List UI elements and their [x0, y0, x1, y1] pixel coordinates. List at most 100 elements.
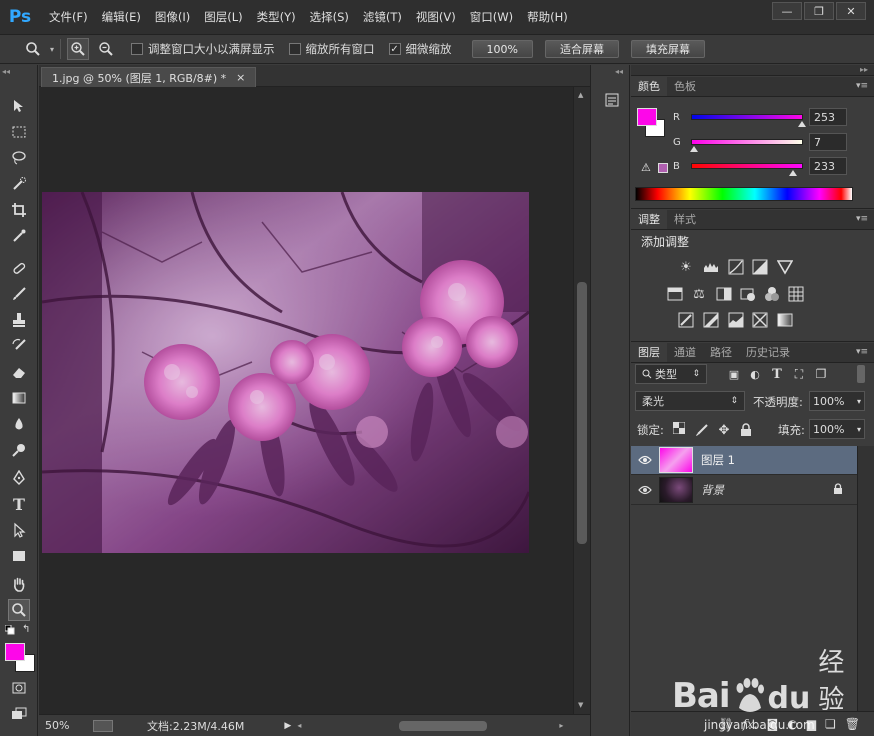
menu-window[interactable]: 窗口(W) — [463, 9, 520, 25]
pen-tool-icon[interactable] — [8, 467, 30, 489]
blue-thumb[interactable] — [789, 170, 798, 176]
filter-adjustment-icon[interactable]: ◐ — [746, 365, 764, 383]
tab-channels[interactable]: 通道 — [667, 342, 703, 362]
red-track[interactable] — [691, 114, 803, 120]
collapse-panels-icon[interactable]: ▸▸ — [860, 65, 868, 74]
crop-tool-icon[interactable] — [8, 199, 30, 221]
fill-field[interactable]: 100% ▾ — [809, 419, 865, 439]
foreground-color-swatch[interactable] — [5, 643, 25, 661]
tab-history[interactable]: 历史记录 — [739, 342, 797, 362]
layer-row-layer1[interactable]: 图层 1 — [631, 446, 857, 475]
zoom-100-button[interactable]: 100% — [471, 40, 533, 58]
photo-filter-icon[interactable] — [739, 285, 757, 303]
menu-layer[interactable]: 图层(L) — [197, 9, 249, 25]
menu-edit[interactable]: 编辑(E) — [95, 9, 148, 25]
gamut-color-swatch[interactable] — [658, 163, 668, 173]
lock-image-pixels-icon[interactable] — [693, 421, 711, 439]
horizontal-scrollbar[interactable] — [305, 719, 555, 733]
zoom-all-option[interactable]: 缩放所有窗口 — [288, 41, 375, 57]
layer-name[interactable]: 图层 1 — [701, 452, 735, 468]
rectangle-tool-icon[interactable] — [8, 545, 30, 567]
gradient-tool-icon[interactable] — [8, 387, 30, 409]
lock-transparent-pixels-icon[interactable] — [672, 421, 686, 435]
zoom-tool-icon[interactable] — [8, 599, 30, 621]
blue-value-field[interactable]: 233 — [809, 157, 847, 175]
layer-name[interactable]: 背景 — [701, 482, 724, 498]
filter-toggle-switch[interactable] — [857, 365, 865, 383]
lock-position-icon[interactable]: ✥ — [715, 421, 733, 439]
menu-filter[interactable]: 滤镜(T) — [356, 9, 409, 25]
fill-arrow-icon[interactable]: ▾ — [857, 425, 861, 434]
opacity-arrow-icon[interactable]: ▾ — [857, 397, 861, 406]
blue-slider[interactable]: B 233 — [673, 157, 873, 179]
zoom-all-checkbox[interactable] — [288, 43, 301, 55]
close-button[interactable]: ✕ — [836, 2, 866, 20]
history-brush-tool-icon[interactable] — [8, 335, 30, 357]
scrubby-zoom-checkbox[interactable]: ✓ — [388, 43, 401, 55]
swap-colors-icon[interactable]: ↰ — [22, 624, 30, 635]
color-fg-swatch[interactable] — [637, 108, 657, 126]
green-thumb[interactable] — [690, 146, 699, 152]
filter-pixel-icon[interactable]: ▣ — [725, 365, 743, 383]
menu-select[interactable]: 选择(S) — [303, 9, 356, 25]
horizontal-scroll-thumb[interactable] — [399, 720, 488, 731]
fit-screen-button[interactable]: 适合屏幕 — [544, 40, 619, 58]
tab-layers[interactable]: 图层 — [631, 342, 667, 362]
quick-selection-tool-icon[interactable] — [8, 173, 30, 195]
color-panel-menu-icon[interactable]: ▾≡ — [856, 81, 868, 91]
properties-panel-icon[interactable] — [601, 89, 623, 111]
visibility-eye-icon[interactable] — [631, 485, 659, 495]
filter-smart-object-icon[interactable]: ❐ — [812, 365, 830, 383]
green-value-field[interactable]: 7 — [809, 133, 847, 151]
layers-panel-menu-icon[interactable]: ▾≡ — [856, 347, 868, 357]
threshold-icon[interactable] — [727, 311, 745, 329]
collapse-toolbar-icon[interactable]: ◂◂ — [2, 67, 10, 76]
close-tab-icon[interactable]: × — [236, 71, 245, 84]
tab-styles[interactable]: 样式 — [667, 209, 703, 229]
zoom-level[interactable]: 50% — [45, 719, 85, 732]
screen-mode-icon[interactable] — [8, 703, 30, 725]
red-value-field[interactable]: 253 — [809, 108, 847, 126]
menu-help[interactable]: 帮助(H) — [520, 9, 575, 25]
status-preview-icon[interactable] — [93, 719, 113, 732]
hue-saturation-icon[interactable] — [666, 285, 684, 303]
eraser-tool-icon[interactable] — [8, 361, 30, 383]
scroll-left-icon[interactable]: ◂ — [297, 721, 301, 730]
tab-paths[interactable]: 路径 — [703, 342, 739, 362]
red-thumb[interactable] — [798, 121, 807, 127]
marquee-tool-icon[interactable] — [8, 121, 30, 143]
quick-mask-icon[interactable] — [8, 677, 30, 699]
filter-shape-icon[interactable]: ⛶ — [790, 365, 808, 383]
preset-dropdown-icon[interactable]: ▾ — [50, 45, 54, 54]
color-lookup-icon[interactable] — [787, 285, 805, 303]
scrubby-zoom-option[interactable]: ✓ 细微缩放 — [388, 41, 452, 57]
status-menu-arrow-icon[interactable]: ▶ — [284, 721, 291, 731]
color-spectrum-ramp[interactable] — [635, 187, 853, 201]
out-of-gamut-warning-icon[interactable]: ⚠ — [641, 161, 651, 174]
tab-color[interactable]: 颜色 — [631, 76, 667, 96]
black-white-icon[interactable] — [715, 285, 733, 303]
menu-type[interactable]: 类型(Y) — [250, 9, 303, 25]
invert-icon[interactable] — [677, 311, 695, 329]
filter-type-icon[interactable]: T — [768, 365, 786, 383]
minimize-button[interactable]: — — [772, 2, 802, 20]
color-balance-icon[interactable]: ⚖ — [690, 285, 708, 303]
resize-windows-option[interactable]: 调整窗口大小以满屏显示 — [131, 41, 275, 57]
channel-mixer-icon[interactable] — [763, 285, 781, 303]
vertical-scroll-thumb[interactable] — [577, 282, 587, 544]
menu-file[interactable]: 文件(F) — [42, 9, 95, 25]
zoom-tool-preset-icon[interactable] — [22, 38, 44, 60]
brush-tool-icon[interactable] — [8, 283, 30, 305]
type-tool-icon[interactable]: T — [8, 493, 30, 515]
eyedropper-tool-icon[interactable] — [8, 225, 30, 247]
red-slider[interactable]: R 253 — [673, 108, 873, 130]
selective-color-icon[interactable] — [751, 311, 769, 329]
scroll-right-icon[interactable]: ▸ — [559, 721, 563, 730]
fill-screen-button[interactable]: 填充屏幕 — [630, 40, 705, 58]
gradient-map-icon[interactable] — [776, 311, 794, 329]
brightness-contrast-icon[interactable]: ☀ — [677, 258, 695, 276]
healing-brush-tool-icon[interactable] — [8, 257, 30, 279]
document-image[interactable] — [42, 192, 529, 553]
move-tool-icon[interactable] — [8, 95, 30, 117]
vertical-scrollbar[interactable]: ▲ ▼ — [573, 87, 590, 714]
